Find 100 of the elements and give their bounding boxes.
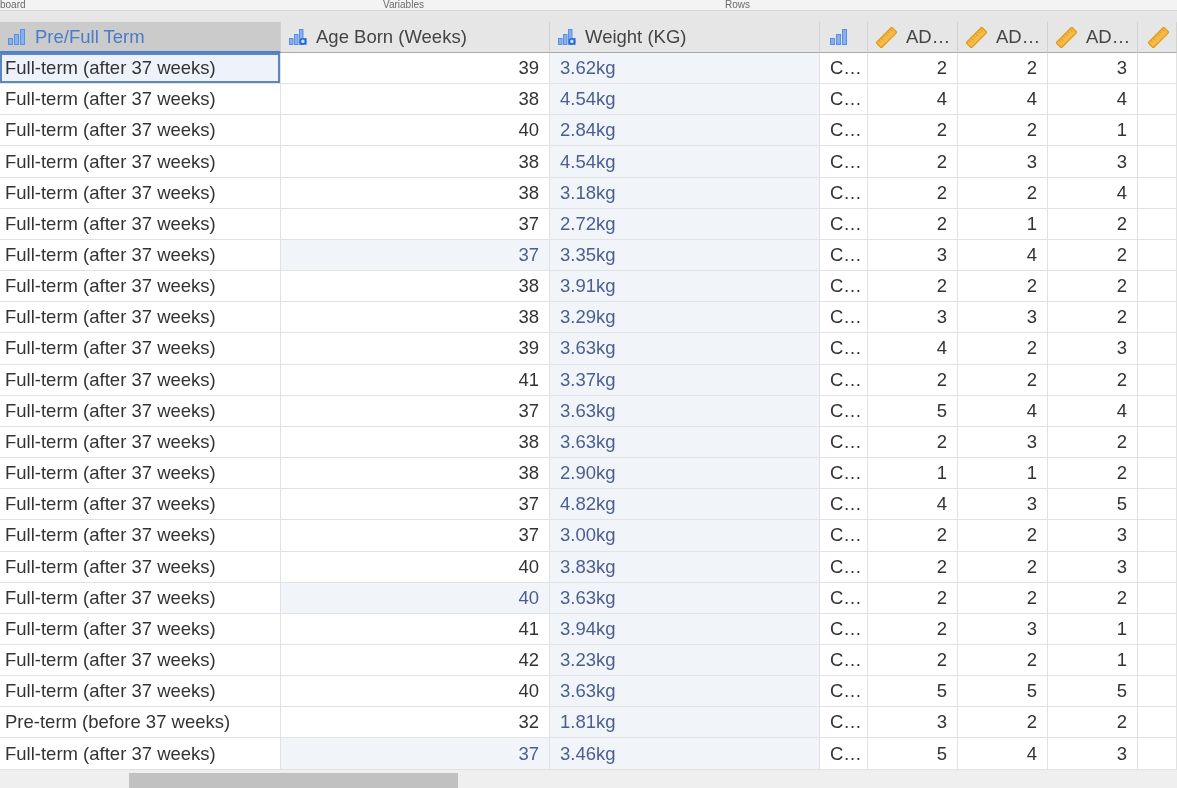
table-cell[interactable]: 2.90kg (550, 458, 820, 490)
table-cell[interactable]: C… (820, 676, 868, 708)
table-cell[interactable]: C… (820, 395, 868, 427)
table-cell[interactable]: 38 (281, 146, 550, 178)
empty-cell[interactable] (1138, 395, 1177, 427)
table-cell[interactable]: Full-term (after 37 weeks) (0, 271, 281, 303)
table-cell[interactable]: 2 (1048, 364, 1138, 396)
empty-cell[interactable] (1138, 738, 1177, 770)
empty-cell[interactable] (1138, 302, 1177, 334)
table-cell[interactable]: C… (820, 551, 868, 583)
table-cell[interactable]: C… (820, 738, 868, 770)
empty-cell[interactable] (1138, 426, 1177, 459)
table-cell[interactable]: Full-term (after 37 weeks) (0, 489, 281, 521)
table-cell[interactable]: Full-term (after 37 weeks) (0, 364, 281, 396)
table-cell[interactable]: 39 (281, 53, 550, 85)
table-cell[interactable]: Full-term (after 37 weeks) (0, 208, 281, 240)
table-cell[interactable]: Full-term (after 37 weeks) (0, 115, 281, 147)
table-cell[interactable]: 2 (868, 271, 958, 303)
table-cell[interactable]: Full-term (after 37 weeks) (0, 520, 281, 552)
table-cell[interactable]: 1 (868, 458, 958, 490)
table-cell[interactable]: C… (820, 177, 868, 209)
table-cell[interactable]: 3 (868, 302, 958, 334)
table-cell[interactable]: 37 (281, 395, 550, 427)
column-header[interactable] (1138, 22, 1177, 53)
table-cell[interactable]: 41 (281, 364, 550, 396)
table-cell[interactable]: C… (820, 458, 868, 490)
table-cell[interactable]: Full-term (after 37 weeks) (0, 333, 281, 365)
table-cell[interactable]: 3.23kg (550, 644, 820, 677)
horizontal-scrollbar[interactable] (0, 770, 1177, 788)
table-cell[interactable]: 1 (958, 458, 1048, 490)
table-cell[interactable]: C… (820, 208, 868, 240)
table-cell[interactable]: 1 (958, 208, 1048, 240)
table-cell[interactable]: 2 (958, 707, 1048, 739)
table-cell[interactable]: 3 (958, 489, 1048, 521)
column-header[interactable] (820, 22, 868, 53)
table-cell[interactable]: 2 (868, 551, 958, 583)
table-cell[interactable]: Full-term (after 37 weeks) (0, 146, 281, 178)
table-cell[interactable]: 3.83kg (550, 551, 820, 583)
table-cell[interactable]: C… (820, 520, 868, 552)
table-cell[interactable]: 2 (868, 115, 958, 147)
table-cell[interactable]: 38 (281, 458, 550, 490)
table-cell[interactable]: 3 (958, 426, 1048, 459)
table-cell[interactable]: 3 (868, 707, 958, 739)
table-cell[interactable]: 1 (1048, 613, 1138, 645)
table-cell[interactable]: 3.37kg (550, 364, 820, 396)
table-cell[interactable]: 40 (281, 115, 550, 147)
table-cell[interactable]: 2 (868, 177, 958, 209)
table-cell[interactable]: 4 (958, 84, 1048, 116)
table-cell[interactable]: 3.35kg (550, 239, 820, 272)
table-cell[interactable]: 4 (1048, 177, 1138, 209)
empty-cell[interactable] (1138, 146, 1177, 178)
table-cell[interactable]: 3.91kg (550, 271, 820, 303)
table-cell[interactable]: C… (820, 613, 868, 645)
empty-cell[interactable] (1138, 582, 1177, 614)
empty-cell[interactable] (1138, 644, 1177, 677)
table-cell[interactable]: 2 (1048, 271, 1138, 303)
table-cell[interactable]: C… (820, 239, 868, 272)
table-cell[interactable]: 3 (1048, 551, 1138, 583)
table-cell[interactable]: 3 (1048, 146, 1138, 178)
empty-cell[interactable] (1138, 676, 1177, 708)
table-cell[interactable]: 40 (281, 551, 550, 583)
table-cell[interactable]: 4 (868, 84, 958, 116)
empty-cell[interactable] (1138, 84, 1177, 116)
table-cell[interactable]: 3.63kg (550, 676, 820, 708)
table-cell[interactable]: 3 (958, 613, 1048, 645)
table-cell[interactable]: 1 (1048, 644, 1138, 677)
table-cell[interactable]: Full-term (after 37 weeks) (0, 84, 281, 116)
empty-cell[interactable] (1138, 613, 1177, 645)
empty-cell[interactable] (1138, 707, 1177, 739)
empty-cell[interactable] (1138, 489, 1177, 521)
table-cell[interactable]: 37 (281, 239, 550, 272)
table-cell[interactable]: 2 (868, 613, 958, 645)
table-cell[interactable]: 2 (868, 364, 958, 396)
table-cell[interactable]: 2 (1048, 582, 1138, 614)
table-cell[interactable]: 2 (958, 644, 1048, 677)
table-cell[interactable]: 3 (1048, 738, 1138, 770)
table-cell[interactable]: 2 (958, 53, 1048, 85)
table-cell[interactable]: 37 (281, 208, 550, 240)
table-cell[interactable]: C… (820, 115, 868, 147)
table-cell[interactable]: 2 (958, 520, 1048, 552)
empty-cell[interactable] (1138, 520, 1177, 552)
empty-cell[interactable] (1138, 208, 1177, 240)
table-cell[interactable]: 2 (868, 146, 958, 178)
table-cell[interactable]: 4.54kg (550, 146, 820, 178)
table-cell[interactable]: 2.84kg (550, 115, 820, 147)
table-cell[interactable]: 40 (281, 676, 550, 708)
empty-cell[interactable] (1138, 458, 1177, 490)
table-cell[interactable]: 4 (868, 489, 958, 521)
table-cell[interactable]: 5 (1048, 489, 1138, 521)
table-cell[interactable]: 2 (868, 53, 958, 85)
table-cell[interactable]: Full-term (after 37 weeks) (0, 239, 281, 272)
table-cell[interactable]: 3.63kg (550, 333, 820, 365)
table-cell[interactable]: 4.54kg (550, 84, 820, 116)
table-cell[interactable]: C… (820, 302, 868, 334)
column-header[interactable]: AD… (1048, 22, 1138, 53)
table-cell[interactable]: C… (820, 582, 868, 614)
table-cell[interactable]: C… (820, 489, 868, 521)
column-header[interactable]: Age Born (Weeks) (281, 22, 550, 53)
table-cell[interactable]: Full-term (after 37 weeks) (0, 613, 281, 645)
table-cell[interactable]: Full-term (after 37 weeks) (0, 53, 281, 85)
